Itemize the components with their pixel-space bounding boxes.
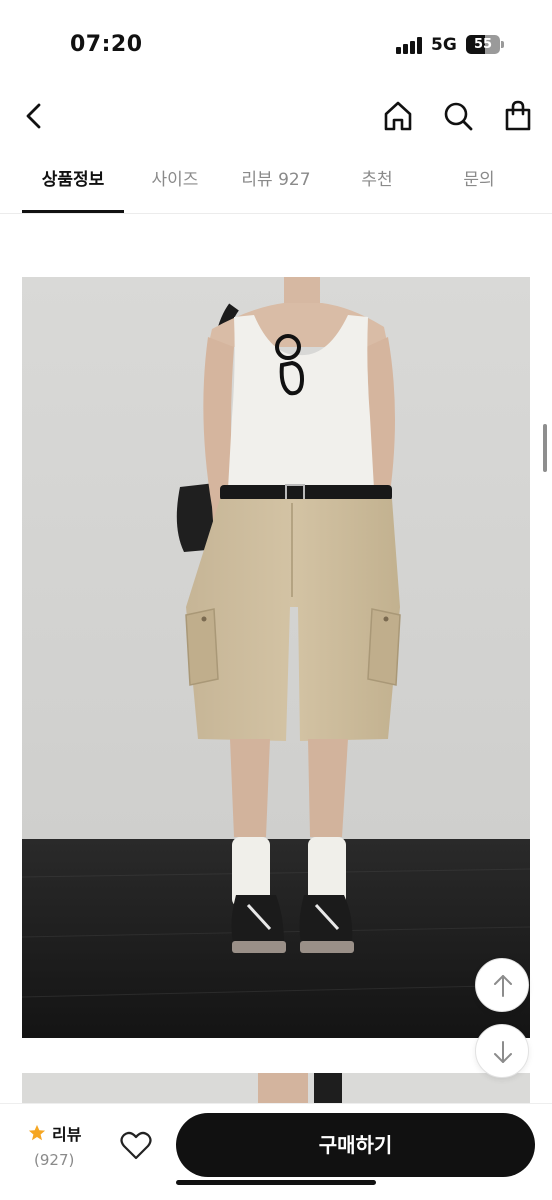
home-indicator: [176, 1180, 376, 1185]
tab-product-info[interactable]: 상품정보: [22, 150, 124, 213]
product-photo-illustration: [22, 277, 530, 1038]
battery-tip: [501, 41, 504, 48]
app-header: [0, 88, 552, 144]
buy-button[interactable]: 구매하기: [176, 1113, 535, 1177]
cellular-signal-icon: [396, 36, 424, 54]
scroll-to-top-button[interactable]: [475, 958, 529, 1012]
status-time: 07:20: [70, 32, 143, 57]
battery-icon: 55: [466, 35, 500, 54]
arrow-up-icon: [494, 975, 512, 997]
product-photo[interactable]: [22, 277, 530, 1038]
home-icon: [384, 101, 412, 131]
shopping-bag-button[interactable]: [498, 96, 538, 136]
battery-percentage: 55: [473, 37, 493, 52]
shopping-bag-icon: [505, 100, 531, 131]
bottom-purchase-bar: 리뷰 (927) 구매하기: [0, 1103, 552, 1200]
tab-reviews[interactable]: 리뷰 927: [225, 150, 327, 213]
tab-inquiry[interactable]: 문의: [428, 150, 530, 213]
status-bar: 07:20 5G 55: [0, 0, 552, 88]
product-tabs: 상품정보 사이즈 리뷰 927 추천 문의: [0, 150, 552, 214]
like-button[interactable]: [116, 1126, 156, 1166]
search-button[interactable]: [438, 96, 478, 136]
network-type: 5G: [431, 35, 457, 55]
tab-size[interactable]: 사이즈: [124, 150, 226, 213]
back-button[interactable]: [14, 96, 54, 136]
arrow-down-icon: [494, 1041, 512, 1063]
chevron-left-icon: [26, 103, 41, 129]
review-label[interactable]: 리뷰: [52, 1121, 81, 1145]
tab-active-indicator: [22, 210, 124, 213]
review-count[interactable]: (927): [34, 1151, 74, 1169]
search-icon: [444, 102, 473, 131]
page-scrollbar[interactable]: [543, 424, 547, 472]
heart-icon: [120, 1131, 152, 1160]
tab-recommend[interactable]: 추천: [326, 150, 428, 213]
star-icon: [28, 1124, 46, 1141]
scroll-to-bottom-button[interactable]: [475, 1024, 529, 1078]
home-button[interactable]: [378, 96, 418, 136]
